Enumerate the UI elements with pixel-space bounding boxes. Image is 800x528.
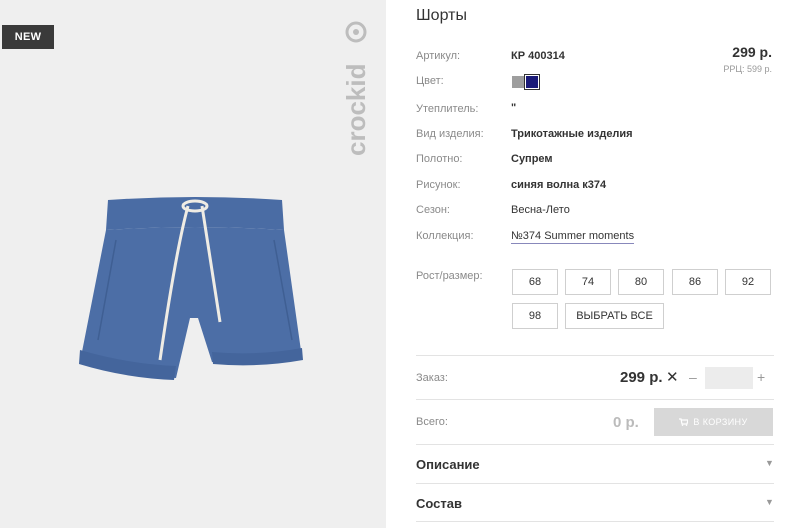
- divider: [416, 355, 774, 356]
- attr-value-season: Весна-Лето: [511, 204, 570, 216]
- total-label: Всего:: [416, 416, 448, 428]
- brand-logo: crockid: [343, 18, 371, 158]
- new-badge: NEW: [2, 25, 54, 49]
- attr-label-pattern: Рисунок:: [416, 179, 461, 191]
- section-composition[interactable]: Состав: [416, 496, 462, 511]
- total-value: 0 р.: [613, 414, 639, 431]
- divider: [416, 399, 774, 400]
- color-swatch-grey[interactable]: [512, 76, 524, 88]
- product-price: 299 р.: [732, 44, 772, 60]
- attr-label-type: Вид изделия:: [416, 128, 484, 140]
- chevron-down-icon[interactable]: ▼: [765, 497, 774, 507]
- size-label: Рост/размер:: [416, 270, 483, 282]
- product-rrp: РРЦ: 599 р.: [723, 64, 772, 74]
- attr-value-article: КР 400314: [511, 50, 565, 62]
- divider: [416, 444, 774, 445]
- size-option[interactable]: 74: [565, 269, 611, 295]
- attr-label-article: Артикул:: [416, 50, 461, 62]
- divider: [416, 483, 774, 484]
- attr-value-type: Трикотажные изделия: [511, 128, 633, 140]
- order-label: Заказ:: [416, 372, 448, 384]
- product-image[interactable]: [70, 190, 320, 400]
- divider: [416, 521, 774, 522]
- attr-label-color: Цвет:: [416, 75, 444, 87]
- collection-link[interactable]: №374 Summer moments: [511, 230, 635, 244]
- size-option[interactable]: 98: [512, 303, 558, 329]
- add-to-cart-button[interactable]: В КОРЗИНУ: [654, 408, 773, 436]
- size-option[interactable]: 92: [725, 269, 771, 295]
- product-info-panel: Шорты 299 р. РРЦ: 599 р. Артикул: КР 400…: [416, 0, 786, 528]
- attr-value-fabric: Супрем: [511, 153, 553, 165]
- select-all-sizes-button[interactable]: ВЫБРАТЬ ВСЕ: [565, 303, 664, 329]
- size-option[interactable]: 86: [672, 269, 718, 295]
- decrease-quantity-button[interactable]: –: [689, 369, 697, 385]
- size-option[interactable]: 80: [618, 269, 664, 295]
- color-swatch-navy[interactable]: [524, 74, 540, 90]
- attr-label-fabric: Полотно:: [416, 153, 463, 165]
- attr-label-insulation: Утеплитель:: [416, 103, 479, 115]
- product-photo-panel: NEW crockid: [0, 0, 386, 528]
- quantity-input[interactable]: [705, 367, 753, 389]
- size-option[interactable]: 68: [512, 269, 558, 295]
- attr-value-pattern: синяя волна к374: [511, 179, 607, 191]
- attr-label-season: Сезон:: [416, 204, 450, 216]
- order-price: 299 р.: [620, 369, 663, 386]
- chevron-down-icon[interactable]: ▼: [765, 458, 774, 468]
- add-to-cart-label: В КОРЗИНУ: [693, 417, 748, 427]
- svg-text:crockid: crockid: [343, 64, 371, 157]
- attr-value-insulation: ": [511, 102, 517, 114]
- attr-label-collection: Коллекция:: [416, 230, 474, 242]
- product-title: Шорты: [416, 7, 467, 24]
- multiply-icon: ✕: [666, 369, 679, 386]
- increase-quantity-button[interactable]: +: [757, 369, 765, 385]
- cart-icon: [679, 409, 690, 437]
- section-description[interactable]: Описание: [416, 457, 480, 472]
